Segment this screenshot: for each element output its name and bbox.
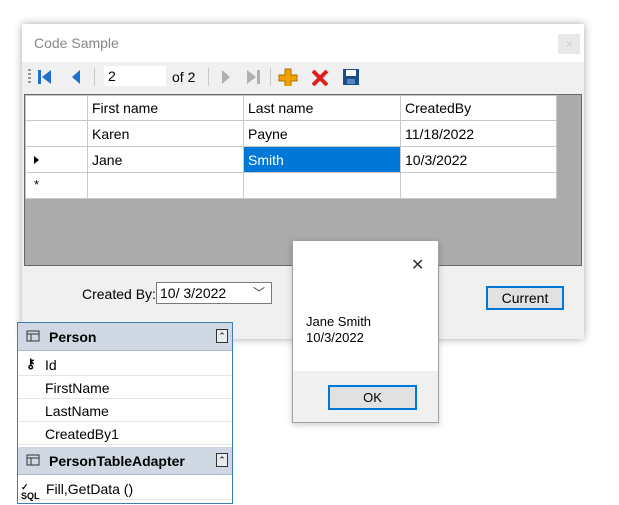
cell-created-by[interactable]: [400, 172, 557, 199]
collapse-icon[interactable]: ⌃: [216, 453, 228, 467]
field-name: FirstName: [45, 380, 110, 396]
record-count: of 2: [172, 69, 196, 85]
field-row-firstname[interactable]: FirstName: [18, 376, 232, 399]
row-header-current[interactable]: [25, 146, 88, 173]
new-row[interactable]: *: [25, 172, 557, 199]
column-header-created-by[interactable]: CreatedBy: [400, 95, 557, 121]
cell-last-name[interactable]: Payne: [243, 120, 401, 147]
toolbar-separator: [94, 68, 95, 86]
date-value: 10/ 3/2022: [160, 285, 227, 301]
cell-last-name-selected[interactable]: Smith: [243, 146, 401, 173]
cell-first-name[interactable]: Jane: [87, 146, 244, 173]
cell-first-name[interactable]: Karen: [87, 120, 244, 147]
table-row[interactable]: Karen Payne 11/18/2022: [25, 120, 557, 147]
field-name: LastName: [45, 403, 109, 419]
grid-corner[interactable]: [25, 95, 88, 121]
entity-name: Person: [49, 329, 97, 345]
collapse-icon[interactable]: ⌃: [216, 329, 228, 343]
window-close-button[interactable]: ×: [558, 34, 580, 54]
toolbar-grip[interactable]: [28, 69, 31, 85]
toolbar-separator: [208, 68, 209, 86]
message-text: Jane Smith 10/3/2022: [306, 314, 371, 346]
class-designer-panel: Person ⌃ ⚷ Id FirstName LastName Created…: [17, 322, 233, 504]
message-line-name: Jane Smith: [306, 314, 372, 329]
window-title: Code Sample: [34, 35, 119, 51]
adapter-name: PersonTableAdapter: [49, 453, 185, 469]
method-names: Fill,GetData (): [46, 481, 134, 497]
cell-created-by[interactable]: 10/3/2022: [400, 146, 557, 173]
column-header-last-name[interactable]: Last name: [243, 95, 401, 121]
move-last-icon[interactable]: [244, 68, 262, 86]
created-by-date-picker[interactable]: 10/ 3/2022 ﹀: [156, 282, 272, 304]
toolbar-separator: [270, 68, 271, 86]
field-row-id[interactable]: ⚷ Id: [18, 353, 232, 376]
delete-icon[interactable]: [310, 68, 330, 86]
binding-navigator: of 2: [22, 62, 584, 92]
close-icon[interactable]: ✕: [411, 255, 424, 275]
move-next-icon[interactable]: [216, 68, 234, 86]
table-row[interactable]: Jane Smith 10/3/2022: [25, 146, 557, 173]
ok-button[interactable]: OK: [328, 385, 417, 410]
chevron-down-icon[interactable]: ﹀: [253, 284, 265, 301]
field-name: Id: [45, 357, 57, 373]
message-footer: OK: [293, 371, 438, 422]
cell-created-by[interactable]: 11/18/2022: [400, 120, 557, 147]
add-new-icon[interactable]: [278, 68, 298, 86]
field-row-lastname[interactable]: LastName: [18, 399, 232, 422]
move-previous-icon[interactable]: [68, 68, 86, 86]
sql-icon: ✓ SQL: [21, 482, 40, 501]
position-input[interactable]: [104, 66, 166, 86]
row-header-new[interactable]: *: [25, 172, 88, 199]
created-by-label: Created By:: [82, 286, 156, 302]
field-name: CreatedBy1: [45, 426, 119, 442]
save-icon[interactable]: [342, 68, 360, 86]
current-row-arrow-icon: [34, 156, 39, 164]
method-row[interactable]: ✓ SQL Fill,GetData (): [18, 477, 232, 501]
grid-header-row: First name Last name CreatedBy: [25, 95, 557, 121]
title-bar: Code Sample ×: [22, 24, 584, 62]
new-row-star-icon: *: [34, 177, 40, 192]
move-first-icon[interactable]: [36, 68, 54, 86]
table-icon: [26, 330, 40, 342]
row-header[interactable]: [25, 120, 88, 147]
field-row-createdby1[interactable]: CreatedBy1: [18, 422, 232, 445]
cell-first-name[interactable]: [87, 172, 244, 199]
table-adapter-icon: [26, 454, 40, 466]
adapter-header[interactable]: PersonTableAdapter ⌃: [18, 447, 232, 475]
message-line-date: 10/3/2022: [306, 330, 364, 345]
entity-header[interactable]: Person ⌃: [18, 323, 232, 351]
message-box: ✕ Jane Smith 10/3/2022 OK: [292, 240, 439, 423]
key-icon: ⚷: [26, 356, 36, 371]
cell-last-name[interactable]: [243, 172, 401, 199]
current-button[interactable]: Current: [486, 286, 564, 310]
column-header-first-name[interactable]: First name: [87, 95, 244, 121]
